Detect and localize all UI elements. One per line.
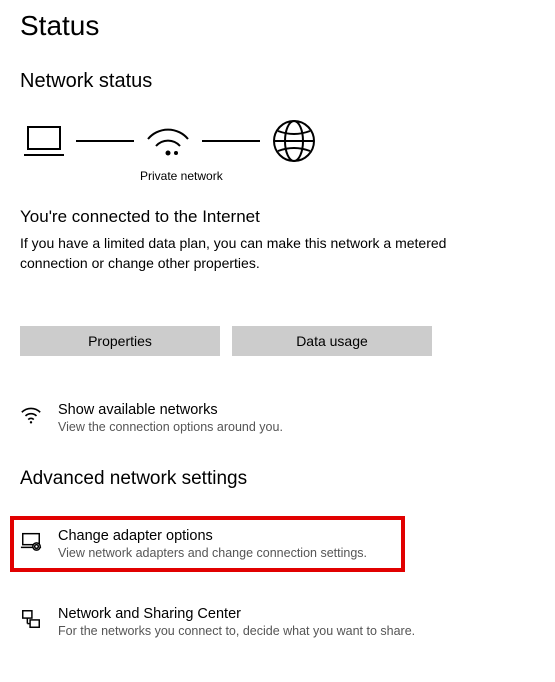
connected-heading: You're connected to the Internet (20, 207, 535, 227)
computer-icon (24, 123, 64, 159)
change-adapter-options-item[interactable]: Change adapter options View network adap… (10, 516, 405, 572)
change-adapter-title: Change adapter options (58, 528, 367, 544)
page-title: Status (20, 10, 535, 42)
change-adapter-desc: View network adapters and change connect… (58, 546, 367, 560)
private-network-label: Private network (140, 169, 535, 183)
properties-button[interactable]: Properties (20, 326, 220, 356)
show-available-networks-item[interactable]: Show available networks View the connect… (20, 396, 535, 440)
network-status-heading: Network status (20, 70, 535, 93)
connection-line (202, 140, 260, 142)
sharing-center-desc: For the networks you connect to, decide … (58, 624, 415, 638)
show-available-desc: View the connection options around you. (58, 420, 283, 434)
button-row: Properties Data usage (20, 326, 535, 356)
network-sharing-center-item[interactable]: Network and Sharing Center For the netwo… (20, 600, 535, 644)
connection-line (76, 140, 134, 142)
show-available-title: Show available networks (58, 402, 283, 418)
connected-description: If you have a limited data plan, you can… (20, 233, 480, 274)
adapter-icon (20, 530, 42, 552)
sharing-center-title: Network and Sharing Center (58, 606, 415, 622)
network-status-diagram (24, 119, 535, 163)
network-share-icon (20, 608, 42, 630)
wifi-icon (146, 123, 190, 159)
wifi-icon (20, 404, 42, 426)
advanced-settings-heading: Advanced network settings (20, 468, 535, 490)
globe-icon (272, 119, 316, 163)
data-usage-button[interactable]: Data usage (232, 326, 432, 356)
